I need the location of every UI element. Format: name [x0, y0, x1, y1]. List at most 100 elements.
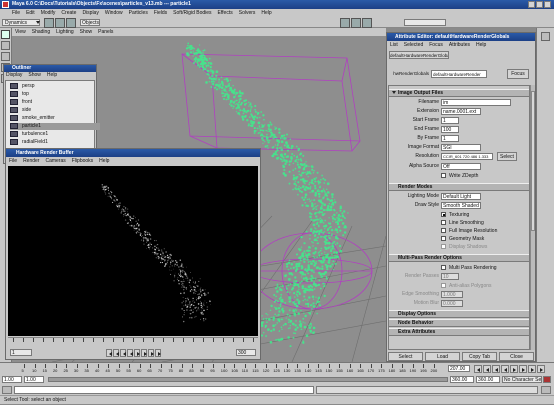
menu-solvers[interactable]: Solvers	[239, 9, 256, 17]
menu-particles[interactable]: Particles	[129, 9, 148, 17]
ae-menu-attributes[interactable]: Attributes	[449, 41, 470, 49]
outliner-item[interactable]: top	[10, 91, 100, 98]
alpha-source-dropdown[interactable]: Off	[441, 163, 481, 170]
section-multipass[interactable]: Multi-Pass Render Options	[389, 254, 529, 262]
menu-display[interactable]: Display	[82, 9, 98, 17]
ae-menu-help[interactable]: Help	[476, 41, 486, 49]
ae-load-attributes-button[interactable]: Load Attributes	[425, 352, 460, 368]
attr-editor-title-bar[interactable]: Attribute Editor: defaultHardwareRenderG…	[387, 33, 535, 41]
resolution-field[interactable]: CCIR_601 720 486 1.333	[441, 153, 493, 160]
hw-menu-help[interactable]: Help	[99, 157, 109, 165]
section-display-options[interactable]: Display Options	[389, 310, 529, 318]
attr-editor-tab[interactable]: defaultHardwareRenderGlobals	[389, 51, 449, 59]
node-name-field[interactable]: defaultHardwareRender	[431, 70, 487, 78]
anti-alias-checkbox[interactable]	[441, 283, 446, 288]
ae-menu-list[interactable]: List	[390, 41, 398, 49]
hw-step-forward-icon[interactable]	[141, 349, 147, 357]
move-tool-icon[interactable]	[1, 52, 10, 61]
menu-edit[interactable]: Edit	[26, 9, 35, 17]
multipass-rendering-checkbox[interactable]	[441, 265, 446, 270]
command-input[interactable]	[14, 386, 314, 394]
menu-help[interactable]: Help	[261, 9, 271, 17]
ae-menu-focus[interactable]: Focus	[429, 41, 443, 49]
attr-scrollbar[interactable]	[530, 85, 535, 350]
outliner-item[interactable]: persp	[10, 83, 100, 90]
attr-scrollbar-thumb[interactable]	[531, 91, 535, 231]
hw-menu-file[interactable]: File	[9, 157, 17, 165]
hw-start-frame-field[interactable]: 1	[10, 349, 32, 356]
focus-button[interactable]: Focus	[507, 69, 529, 79]
start-frame-field[interactable]: 1	[441, 117, 459, 124]
write-zdepth-checkbox[interactable]	[441, 173, 446, 178]
outliner-item[interactable]: smoke_emitter	[10, 115, 100, 122]
main-go-to-start-icon[interactable]	[474, 365, 482, 373]
ae-close-button[interactable]: Close	[499, 352, 534, 361]
section-extra-attributes[interactable]: Extra Attributes	[389, 328, 529, 336]
outliner-item[interactable]: front	[10, 99, 100, 106]
viewport-menu-show[interactable]: Show	[80, 28, 93, 36]
hw-play-back-icon[interactable]	[127, 349, 133, 357]
viewport-menu-view[interactable]: View	[15, 28, 26, 36]
menu-file[interactable]: File	[12, 9, 20, 17]
display-shadows-checkbox[interactable]	[441, 244, 446, 249]
outliner-item[interactable]: turbulence1	[10, 131, 100, 138]
main-play-back-icon[interactable]	[501, 365, 509, 373]
ae-copy-tab-button[interactable]: Copy Tab	[462, 352, 497, 361]
resolution-select-button[interactable]: Select	[497, 152, 517, 161]
viewport-menu-shading[interactable]: Shading	[32, 28, 50, 36]
viewport-menu-panels[interactable]: Panels	[98, 28, 113, 36]
new-scene-icon[interactable]	[44, 18, 54, 28]
range-end-field[interactable]: 360.00	[450, 376, 474, 383]
hw-menu-flipbooks[interactable]: Flipbooks	[72, 157, 93, 165]
render-globals-icon[interactable]	[362, 18, 372, 28]
layout-icon[interactable]	[541, 32, 550, 41]
outliner-item[interactable]: particle1	[10, 123, 100, 130]
hw-menu-cameras[interactable]: Cameras	[45, 157, 65, 165]
menu-effects[interactable]: Effects	[218, 9, 233, 17]
line-smoothing-checkbox[interactable]	[441, 220, 446, 225]
menu-create[interactable]: Create	[61, 9, 76, 17]
menu-fields[interactable]: Fields	[154, 9, 167, 17]
outliner-menu-help[interactable]: Help	[47, 72, 57, 79]
main-step-back-key-icon[interactable]	[483, 365, 491, 373]
section-image-output[interactable]: Image Output Files	[389, 89, 529, 97]
mode-dropdown[interactable]: Dynamics	[2, 19, 40, 26]
main-timeline[interactable]: 5 10 15 20 25 30 35 40 45 50 55 60 65 70 75 80 85 90 95 100…	[0, 362, 554, 374]
outliner-menu-show[interactable]: Show	[28, 72, 41, 79]
open-scene-icon[interactable]	[55, 18, 65, 28]
render-passes-field[interactable]: 10	[441, 273, 459, 280]
main-step-back-icon[interactable]	[492, 365, 500, 373]
main-play-forward-icon[interactable]	[510, 365, 518, 373]
outliner-menu-display[interactable]: Display	[6, 72, 22, 79]
outliner-title-bar[interactable]: Outliner	[4, 65, 96, 72]
hw-play-forward-icon[interactable]	[134, 349, 140, 357]
hw-step-forward-key-icon[interactable]	[148, 349, 154, 357]
extension-dropdown[interactable]: name.0001.ext	[441, 108, 481, 115]
main-step-forward-key-icon[interactable]	[528, 365, 536, 373]
close-button[interactable]	[544, 1, 551, 8]
current-frame-field[interactable]: 207.00	[448, 365, 470, 372]
range-end2-field[interactable]: 360.00	[476, 376, 500, 383]
menu-window[interactable]: Window	[105, 9, 123, 17]
quick-select-field[interactable]	[404, 19, 446, 26]
motion-blur-field[interactable]: 0.000	[441, 300, 463, 307]
lighting-mode-dropdown[interactable]: Default Light	[441, 193, 481, 200]
draw-style-dropdown[interactable]: Smooth Shaded	[441, 202, 481, 209]
menu-soft-rigid-bodies[interactable]: Soft/Rigid Bodies	[173, 9, 211, 17]
render-icon[interactable]	[340, 18, 350, 28]
hw-end-frame-field[interactable]: 300	[236, 349, 256, 356]
range-start-field[interactable]: 1.00	[2, 376, 22, 383]
outliner-item[interactable]: radialField1	[10, 139, 100, 146]
save-scene-icon[interactable]	[66, 18, 76, 28]
hw-go-to-end-icon[interactable]	[155, 349, 161, 357]
range-slider[interactable]	[48, 377, 448, 382]
image-format-dropdown[interactable]: SGI	[441, 144, 481, 151]
full-image-res-checkbox[interactable]	[441, 228, 446, 233]
hw-go-to-start-icon[interactable]	[106, 349, 112, 357]
hw-step-back-icon[interactable]	[120, 349, 126, 357]
range-slider-handle[interactable]	[49, 378, 447, 381]
section-render-modes[interactable]: Render Modes	[389, 183, 529, 191]
main-go-to-end-icon[interactable]	[537, 365, 545, 373]
outliner-item[interactable]: side	[10, 107, 100, 114]
menu-modify[interactable]: Modify	[41, 9, 56, 17]
